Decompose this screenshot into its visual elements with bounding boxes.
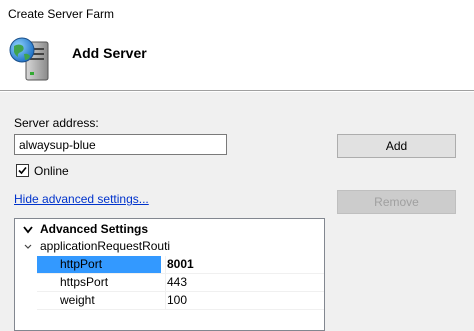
expand-arrow-icon[interactable] bbox=[22, 238, 34, 255]
grid-property-row[interactable]: weight 100 bbox=[15, 292, 324, 309]
window-title: Create Server Farm bbox=[0, 0, 474, 30]
grid-group-row[interactable]: applicationRequestRouti bbox=[15, 238, 324, 255]
remove-button[interactable]: Remove bbox=[337, 190, 456, 214]
server-address-input[interactable] bbox=[14, 134, 227, 155]
grid-property-row[interactable]: httpPort 8001 bbox=[15, 256, 324, 273]
server-address-label: Server address: bbox=[14, 116, 99, 130]
hide-advanced-settings-link[interactable]: Hide advanced settings... bbox=[14, 192, 149, 206]
grid-property-row[interactable]: httpsPort 443 bbox=[15, 274, 324, 291]
advanced-settings-grid: Advanced Settings applicationRequestRout… bbox=[14, 218, 325, 331]
banner-divider-highlight bbox=[0, 91, 474, 92]
collapse-arrow-icon[interactable] bbox=[22, 221, 34, 238]
property-name: httpsPort bbox=[37, 274, 161, 291]
checkmark-icon bbox=[18, 166, 27, 175]
create-server-farm-dialog: Create Server Farm Add Server Server add… bbox=[0, 0, 474, 331]
online-checkbox[interactable] bbox=[16, 164, 29, 177]
grid-category-header[interactable]: Advanced Settings bbox=[15, 221, 324, 238]
banner-title: Add Server bbox=[72, 45, 147, 61]
property-value[interactable]: 443 bbox=[166, 274, 324, 291]
add-button[interactable]: Add bbox=[337, 134, 456, 158]
server-globe-icon bbox=[6, 34, 56, 84]
grid-group-label: applicationRequestRouti bbox=[40, 239, 171, 253]
property-name: httpPort bbox=[37, 256, 161, 273]
grid-category-label: Advanced Settings bbox=[40, 222, 149, 236]
online-label: Online bbox=[34, 164, 69, 178]
row-separator bbox=[37, 309, 324, 310]
property-value[interactable]: 8001 bbox=[166, 256, 324, 273]
property-value[interactable]: 100 bbox=[166, 292, 324, 309]
property-name: weight bbox=[37, 292, 161, 309]
header-banner: Add Server bbox=[0, 30, 474, 90]
column-divider[interactable] bbox=[165, 256, 166, 310]
